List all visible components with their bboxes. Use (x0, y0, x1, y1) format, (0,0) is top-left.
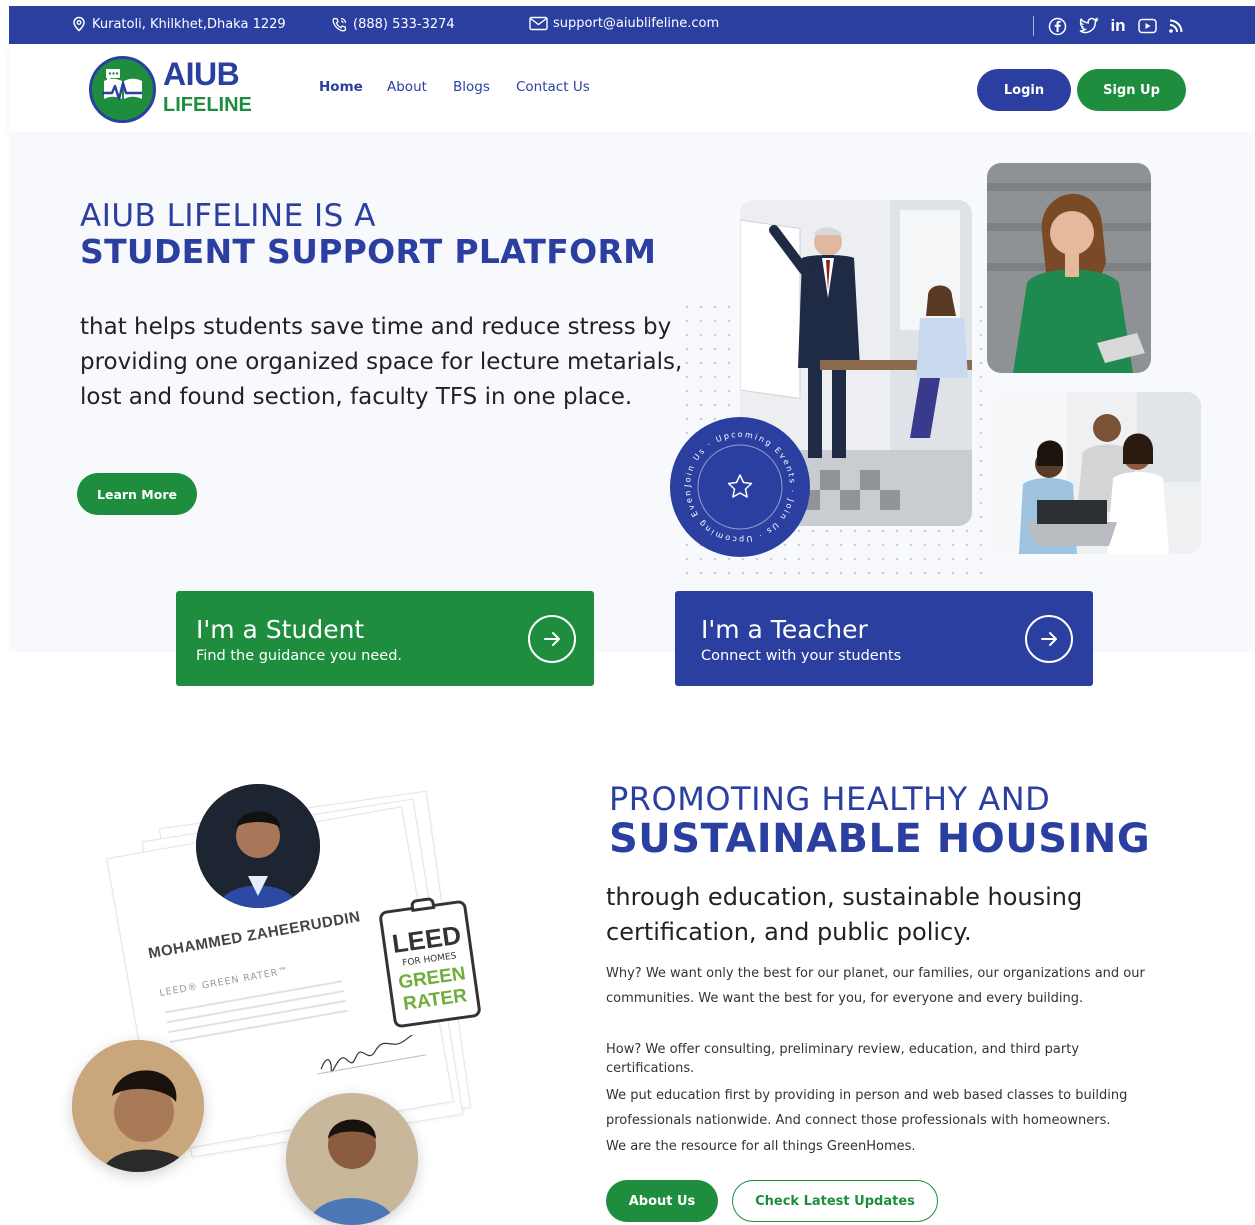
teacher-role-card[interactable]: I'm a Teacher Connect with your students (675, 591, 1093, 686)
address-item: Kuratoli, Khilkhet,Dhaka 1229 (71, 16, 286, 32)
section2-paragraph-resource: We are the resource for all things Green… (606, 1139, 916, 1154)
group-study-photo (987, 392, 1201, 554)
hero-title-line1: AIUB LIFELINE IS A (80, 198, 376, 234)
section2-paragraph-why: Why? We want only the best for our plane… (606, 966, 1145, 1006)
student-card-subtitle: Find the guidance you need. (196, 648, 403, 664)
logo-emblem (89, 56, 156, 123)
email-text: support@aiublifeline.com (553, 16, 720, 31)
learn-more-button[interactable]: Learn More (77, 473, 197, 515)
upcoming-events-badge[interactable]: Join Us · Upcoming Events · Join Us · Up… (667, 410, 810, 557)
section2-title-line2: SUSTAINABLE HOUSING (609, 816, 1151, 862)
sign-up-button[interactable]: Sign Up (1077, 69, 1186, 111)
student-role-card[interactable]: I'm a Student Find the guidance you need… (176, 591, 594, 686)
topbar-divider (1033, 16, 1034, 36)
login-button[interactable]: Login (977, 69, 1071, 111)
section2-subtitle: through education, sustainable housing c… (606, 883, 1083, 946)
facebook-icon[interactable] (1047, 16, 1067, 36)
section2-paragraph-education: We put education first by providing in p… (606, 1088, 1128, 1128)
teacher-card-title: I'm a Teacher (701, 615, 868, 644)
phone-icon (332, 17, 347, 32)
teacher-card-subtitle: Connect with your students (701, 648, 902, 664)
nav-contact-us[interactable]: Contact Us (516, 79, 590, 95)
certificate-holder-name: MOHAMMED ZAHEERUDDIN (147, 908, 362, 963)
logo-text-top: AIUB (163, 56, 240, 92)
nav-about[interactable]: About (387, 79, 427, 95)
youtube-icon[interactable] (1137, 16, 1157, 36)
nav-blogs[interactable]: Blogs (453, 79, 490, 95)
about-us-button[interactable]: About Us (606, 1180, 718, 1222)
main-navbar: AIUB LIFELINE Home About Blogs Contact U… (9, 44, 1255, 132)
nav-home[interactable]: Home (319, 79, 363, 95)
svg-text:Join Us · Upcoming Events · Jo: Join Us · Upcoming Events · Join Us · Up… (670, 417, 797, 544)
leed-green-rater-badge: LEED FOR HOMES GREEN RATER (378, 896, 482, 1029)
site-logo[interactable]: AIUB LIFELINE (89, 56, 252, 126)
arrow-right-icon[interactable] (1025, 615, 1073, 663)
signature-graphic (317, 1033, 427, 1075)
phone-item[interactable]: (888) 533-3274 (331, 16, 455, 33)
hero-title-line2: STUDENT SUPPORT PLATFORM (80, 232, 657, 271)
email-item[interactable]: support@aiublifeline.com (529, 16, 719, 31)
avatar (286, 1093, 418, 1225)
address-text: Kuratoli, Khilkhet,Dhaka 1229 (92, 16, 286, 32)
mail-icon (529, 16, 548, 31)
section2-paragraph-how: How? We offer consulting, preliminary re… (606, 1042, 1080, 1076)
avatar (72, 1040, 204, 1172)
check-latest-updates-button[interactable]: Check Latest Updates (732, 1180, 938, 1222)
student-card-title: I'm a Student (196, 615, 365, 644)
location-pin-icon (73, 16, 85, 32)
linkedin-icon[interactable]: in (1108, 16, 1128, 36)
badge-ring-text: Join Us · Upcoming Events · Join Us · Up… (667, 410, 795, 544)
rss-icon[interactable] (1166, 16, 1186, 36)
section2-title-line1: PROMOTING HEALTHY AND (609, 780, 1051, 818)
student-woman-photo (987, 163, 1151, 373)
phone-text: (888) 533-3274 (353, 17, 455, 32)
top-info-bar: Kuratoli, Khilkhet,Dhaka 1229 (888) 533-… (9, 6, 1255, 44)
hero-description: that helps students save time and reduce… (80, 314, 683, 410)
twitter-icon[interactable] (1079, 16, 1099, 36)
avatar (196, 784, 320, 908)
arrow-right-icon[interactable] (528, 615, 576, 663)
clipboard-clip (409, 896, 436, 913)
logo-text-bottom: LIFELINE (163, 94, 252, 116)
